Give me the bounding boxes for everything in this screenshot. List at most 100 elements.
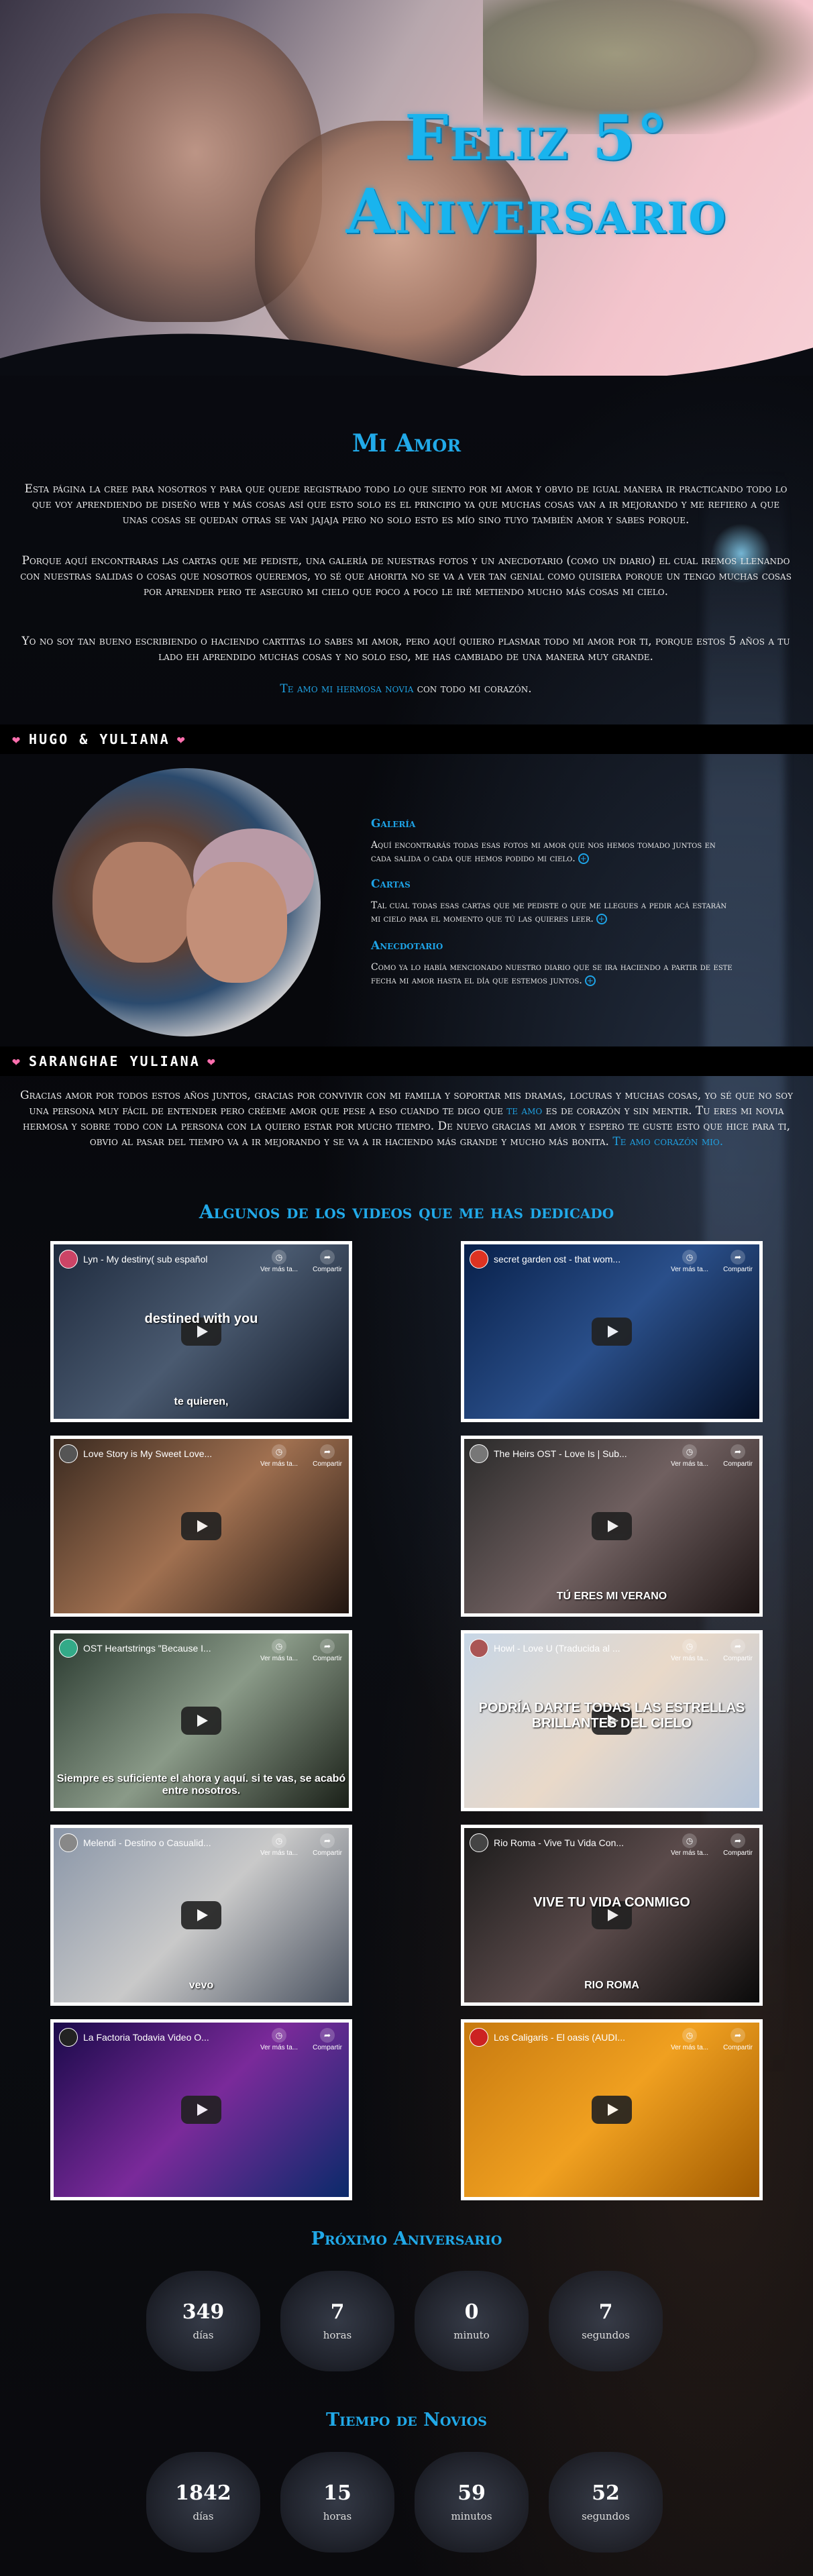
share-button[interactable]: ➦ Compartir — [313, 2028, 342, 2051]
channel-avatar[interactable] — [59, 1833, 78, 1852]
play-button[interactable] — [181, 1901, 221, 1929]
feature-gallery-title: Galería — [371, 817, 416, 830]
share-button[interactable]: ➦ Compartir — [723, 1444, 753, 1468]
watch-later-button[interactable]: ◷ Ver más ta... — [260, 1444, 298, 1468]
countdown-minutes-unit: minuto — [453, 2329, 490, 2341]
intro-paragraph-2: Porque aquí encontraras las cartas que m… — [20, 554, 792, 598]
hero-banner: Feliz 5° Aniversario — [0, 0, 813, 376]
intro-heading: Mi Amor — [351, 429, 462, 458]
channel-avatar[interactable] — [59, 1250, 78, 1269]
video-title-bar[interactable]: Melendi - Destino o Casualid... — [59, 1833, 240, 1852]
share-button[interactable]: ➦ Compartir — [723, 1639, 753, 1662]
watch-later-button[interactable]: ◷ Ver más ta... — [671, 1639, 708, 1662]
share-button[interactable]: ➦ Compartir — [313, 1639, 342, 1662]
video-title[interactable]: La Factoria Todavia Video O... — [83, 2032, 209, 2043]
play-button[interactable] — [181, 1707, 221, 1735]
video-caption-bottom: te quieren, — [174, 1396, 229, 1407]
play-button[interactable] — [592, 1318, 632, 1346]
play-button[interactable] — [181, 2096, 221, 2124]
countdown-hours: 7 horas — [280, 2271, 394, 2371]
video-caption-top: PODRÍA DARTE TODAS LAS ESTRELLAS BRILLAN… — [478, 1701, 745, 1731]
together-days-value: 1842 — [175, 2481, 231, 2505]
video-title-bar[interactable]: La Factoria Todavia Video O... — [59, 2028, 240, 2047]
video-title[interactable]: Rio Roma - Vive Tu Vida Con... — [494, 1837, 624, 1848]
watch-later-label: Ver más ta... — [260, 1460, 299, 1468]
video-title-bar[interactable]: Howl - Love U (Traducida al ... — [470, 1639, 651, 1658]
names-banner-text: HUGO & YULIANA — [29, 731, 170, 747]
video-embed[interactable]: secret garden ost - that wom... ◷ Ver más … — [461, 1241, 763, 1422]
video-title-bar[interactable]: Los Caligaris - El oasis (AUDI... — [470, 2028, 651, 2047]
video-embed[interactable]: Melendi - Destino o Casualid... ◷ Ver más … — [50, 1825, 352, 2006]
watch-later-button[interactable]: ◷ Ver más ta... — [260, 1833, 298, 1857]
video-title-bar[interactable]: OST Heartstrings "Because I... — [59, 1639, 240, 1658]
video-title[interactable]: Howl - Love U (Traducida al ... — [494, 1643, 620, 1654]
watch-later-button[interactable]: ◷ Ver más ta... — [671, 1833, 708, 1857]
watch-later-label: Ver más ta... — [670, 1266, 709, 1273]
play-button[interactable] — [592, 1512, 632, 1540]
video-controls: ◷ Ver más ta... ➦ Compartir — [260, 2028, 342, 2051]
video-title-bar[interactable]: Love Story is My Sweet Love... — [59, 1444, 240, 1463]
share-button[interactable]: ➦ Compartir — [313, 1444, 342, 1468]
share-button[interactable]: ➦ Compartir — [313, 1833, 342, 1857]
watch-later-button[interactable]: ◷ Ver más ta... — [260, 1639, 298, 1662]
video-embed[interactable]: Lyn - My destiny( sub español ◷ Ver más ta… — [50, 1241, 352, 1422]
channel-avatar[interactable] — [470, 1639, 488, 1658]
intro-love-line: Te amo mi hermosa novia con todo mi cora… — [20, 682, 792, 697]
video-embed[interactable]: Love Story is My Sweet Love... ◷ Ver más t… — [50, 1436, 352, 1617]
video-embed[interactable]: Rio Roma - Vive Tu Vida Con... ◷ Ver más t… — [461, 1825, 763, 2006]
countdown-minutes: 0 minuto — [415, 2271, 529, 2371]
hero-title: Feliz 5° Aniversario — [295, 101, 778, 248]
feature-anecdotes: Anecdotario Como ya lo había mencionado … — [371, 939, 733, 987]
avatar-person-1 — [93, 842, 193, 963]
feature-anecdotes-title: Anecdotario — [371, 939, 443, 953]
video-embed[interactable]: La Factoria Todavia Video O... ◷ Ver más t… — [50, 2019, 352, 2200]
plus-circle-icon[interactable]: + — [596, 914, 607, 924]
share-button[interactable]: ➦ Compartir — [723, 1250, 753, 1273]
channel-avatar[interactable] — [59, 2028, 78, 2047]
share-button[interactable]: ➦ Compartir — [723, 1833, 753, 1857]
watch-later-button[interactable]: ◷ Ver más ta... — [671, 1250, 708, 1273]
plus-circle-icon[interactable]: + — [584, 975, 596, 986]
channel-avatar[interactable] — [470, 1833, 488, 1852]
countdown-minutes-value: 0 — [464, 2300, 479, 2324]
channel-avatar[interactable] — [470, 1444, 488, 1463]
watch-later-label: Ver más ta... — [260, 2044, 299, 2051]
watch-later-label: Ver más ta... — [670, 1655, 709, 1662]
video-embed[interactable]: Howl - Love U (Traducida al ... ◷ Ver más … — [461, 1630, 763, 1811]
video-title[interactable]: The Heirs OST - Love Is | Sub... — [494, 1448, 627, 1459]
channel-avatar[interactable] — [59, 1444, 78, 1463]
plus-circle-icon[interactable]: + — [578, 853, 589, 864]
video-title[interactable]: Los Caligaris - El oasis (AUDI... — [494, 2032, 625, 2043]
channel-avatar[interactable] — [59, 1639, 78, 1658]
watch-later-button[interactable]: ◷ Ver más ta... — [260, 2028, 298, 2051]
channel-avatar[interactable] — [470, 2028, 488, 2047]
video-embed[interactable]: Los Caligaris - El oasis (AUDI... ◷ Ver má… — [461, 2019, 763, 2200]
video-title[interactable]: Lyn - My destiny( sub español — [83, 1254, 207, 1265]
watch-later-button[interactable]: ◷ Ver más ta... — [260, 1250, 298, 1273]
share-icon: ➦ — [320, 1639, 335, 1654]
video-title-bar[interactable]: The Heirs OST - Love Is | Sub... — [470, 1444, 651, 1463]
share-icon: ➦ — [730, 1250, 746, 1265]
watch-later-button[interactable]: ◷ Ver más ta... — [671, 2028, 708, 2051]
share-button[interactable]: ➦ Compartir — [723, 2028, 753, 2051]
video-embed[interactable]: OST Heartstrings "Because I... ◷ Ver más t… — [50, 1630, 352, 1811]
video-title[interactable]: secret garden ost - that wom... — [494, 1254, 620, 1265]
share-button[interactable]: ➦ Compartir — [313, 1250, 342, 1273]
video-embed[interactable]: The Heirs OST - Love Is | Sub... ◷ Ver más… — [461, 1436, 763, 1617]
video-title-bar[interactable]: Lyn - My destiny( sub español — [59, 1250, 240, 1269]
play-button[interactable] — [181, 1512, 221, 1540]
video-title[interactable]: Melendi - Destino o Casualid... — [83, 1837, 211, 1848]
video-title[interactable]: Love Story is My Sweet Love... — [83, 1448, 212, 1459]
videos-heading: Algunos de los videos que me has dedicad… — [199, 1201, 614, 1223]
channel-avatar[interactable] — [470, 1250, 488, 1269]
video-title-bar[interactable]: secret garden ost - that wom... — [470, 1250, 651, 1269]
share-label: Compartir — [313, 1655, 342, 1662]
watch-later-label: Ver más ta... — [670, 1849, 709, 1857]
heart-icon: ❤ — [12, 1053, 23, 1069]
intro-paragraph-3: Yo no soy tan bueno escribiendo o hacien… — [21, 635, 790, 663]
video-title-bar[interactable]: Rio Roma - Vive Tu Vida Con... — [470, 1833, 651, 1852]
video-title[interactable]: OST Heartstrings "Because I... — [83, 1643, 211, 1654]
play-button[interactable] — [592, 2096, 632, 2124]
clock-icon: ◷ — [272, 1444, 287, 1459]
watch-later-button[interactable]: ◷ Ver más ta... — [671, 1444, 708, 1468]
